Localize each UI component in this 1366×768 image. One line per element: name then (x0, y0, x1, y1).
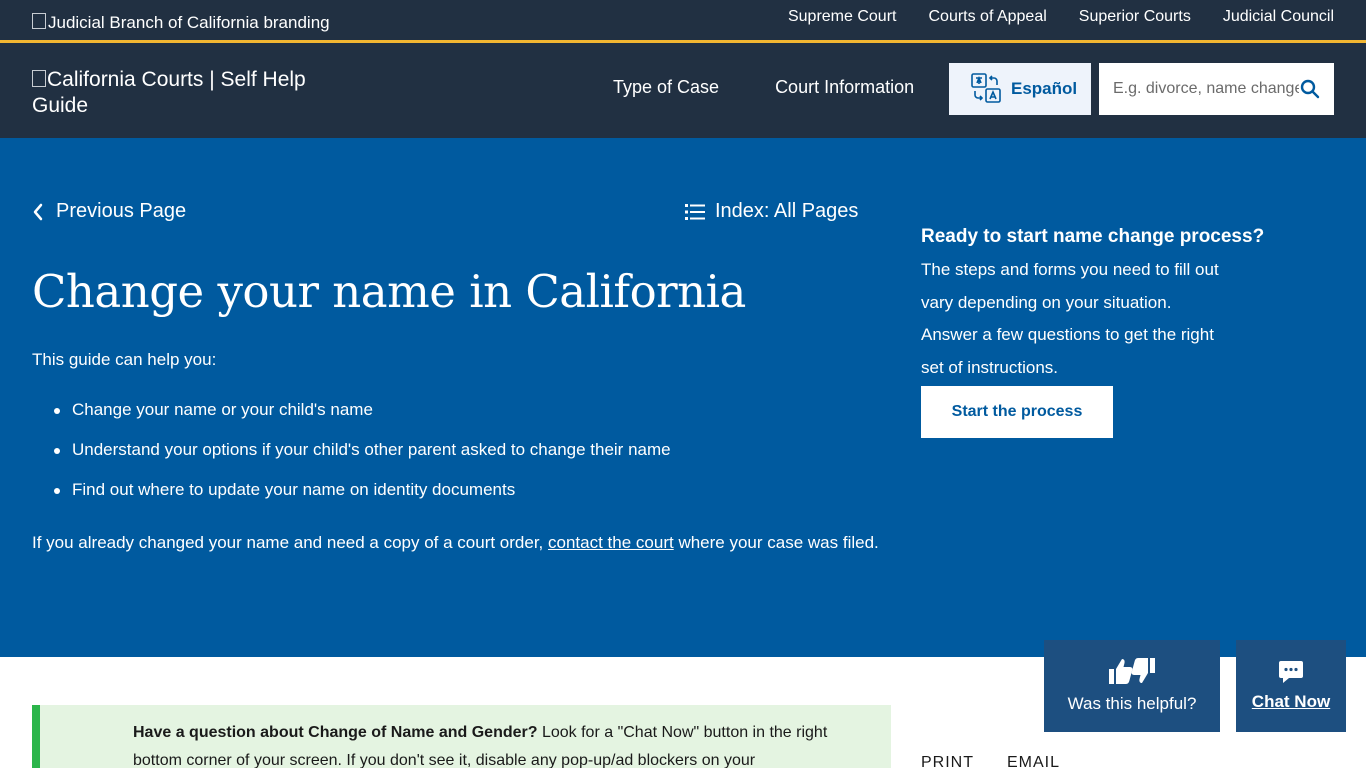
chat-help-callout: Have a question about Change of Name and… (32, 705, 891, 768)
callout-heading: Have a question about Change of Name and… (133, 724, 538, 741)
chat-now-label: Chat Now (1251, 692, 1331, 711)
list-item: Find out where to update your name on id… (54, 480, 671, 520)
court-order-note: If you already changed your name and nee… (32, 526, 892, 559)
judicial-branch-logo[interactable]: Judicial Branch of California branding (32, 12, 330, 34)
list-icon (685, 203, 705, 220)
list-item: Understand your options if your child's … (54, 440, 671, 480)
thumbs-up-down-icon (1109, 658, 1155, 684)
cta-body: The steps and forms you need to fill out… (921, 260, 1219, 377)
supreme-court-link[interactable]: Supreme Court (788, 8, 897, 26)
main-header: California Courts | Self Help Guide Type… (0, 43, 1366, 138)
broken-image-icon (32, 13, 46, 29)
superior-courts-link[interactable]: Superior Courts (1079, 8, 1191, 26)
feedback-widget-button[interactable]: Was this helpful? (1044, 640, 1220, 732)
guide-topics-list: Change your name or your child's name Un… (54, 400, 671, 520)
self-help-guide-logo-alt: California Courts | Self Help Guide (32, 68, 306, 117)
language-toggle-button[interactable]: Español (949, 63, 1091, 115)
courts-of-appeal-link[interactable]: Courts of Appeal (928, 8, 1046, 26)
self-help-guide-logo[interactable]: California Courts | Self Help Guide (32, 67, 352, 119)
print-link[interactable]: PRINT (921, 754, 974, 768)
search-icon[interactable] (1300, 79, 1320, 99)
email-link[interactable]: EMAIL (1007, 754, 1060, 768)
nav-type-of-case[interactable]: Type of Case (613, 77, 719, 98)
translate-icon (971, 73, 1001, 103)
chat-bubble-icon (1279, 661, 1303, 683)
previous-page-label: Previous Page (56, 200, 187, 222)
utility-bar: Judicial Branch of California branding S… (0, 0, 1366, 40)
index-label: Index: All Pages (715, 200, 859, 222)
search-box (1099, 63, 1334, 115)
note-text-after: where your case was filed. (678, 533, 879, 552)
primary-nav: Type of Case Court Information (613, 77, 914, 98)
search-input[interactable] (1099, 64, 1299, 114)
list-item: Change your name or your child's name (54, 400, 671, 440)
previous-page-link[interactable]: Previous Page (32, 200, 186, 223)
utility-links: Supreme Court Courts of Appeal Superior … (788, 8, 1334, 26)
chevron-left-icon (33, 203, 43, 220)
judicial-council-link[interactable]: Judicial Council (1223, 8, 1334, 26)
page-title: Change your name in California (32, 265, 746, 318)
intro-text: This guide can help you: (32, 350, 217, 369)
nav-court-information[interactable]: Court Information (775, 77, 914, 98)
hero-section: Previous Page Index: All Pages Change yo… (0, 138, 1366, 657)
start-process-panel: Ready to start name change process? The … (921, 226, 1321, 384)
start-process-button[interactable]: Start the process (921, 386, 1113, 438)
language-label: Español (1011, 79, 1078, 98)
judicial-branch-logo-alt: Judicial Branch of California branding (48, 13, 330, 32)
cta-heading: Ready to start name change process? (921, 226, 1265, 247)
feedback-label: Was this helpful? (1067, 694, 1197, 713)
contact-the-court-link[interactable]: contact the court (548, 533, 674, 552)
chat-now-button[interactable]: Chat Now (1236, 640, 1346, 732)
index-all-pages-link[interactable]: Index: All Pages (685, 200, 858, 223)
broken-image-icon (32, 70, 46, 87)
note-text-before: If you already changed your name and nee… (32, 533, 544, 552)
